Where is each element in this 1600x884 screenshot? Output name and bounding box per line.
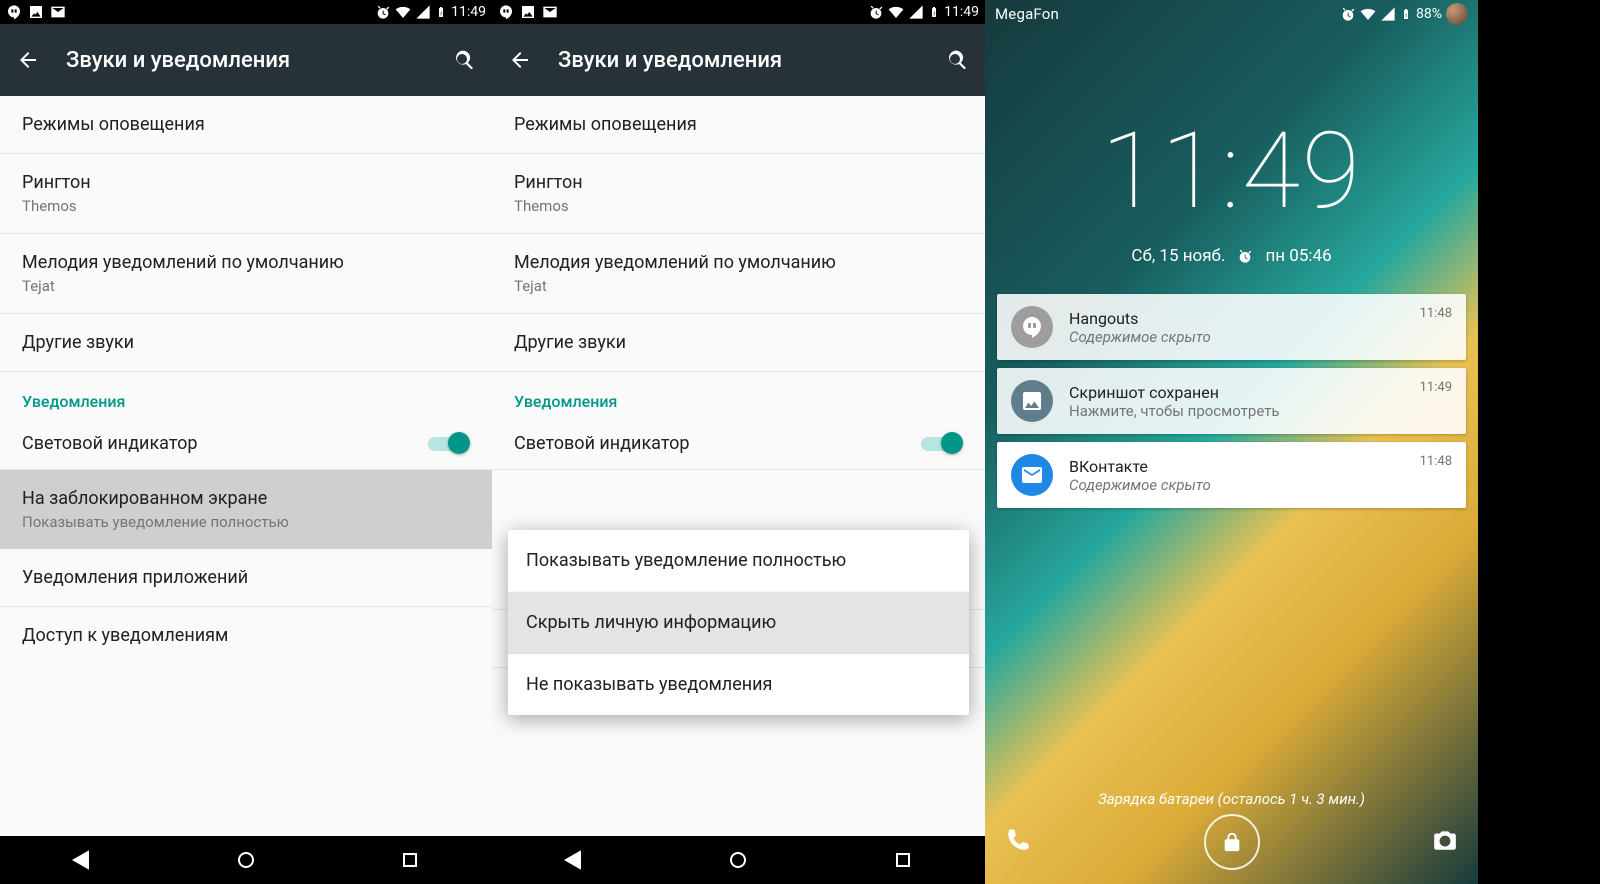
image-icon [1011, 380, 1053, 422]
action-bar: Звуки и уведомления [492, 24, 985, 96]
wifi-icon [1360, 6, 1376, 22]
phone-settings-1: 11:49 Звуки и уведомления Режимы оповеще… [0, 0, 492, 884]
wifi-icon [888, 4, 904, 20]
nav-home-icon[interactable] [234, 848, 258, 872]
notification-time: 11:48 [1420, 306, 1452, 321]
nav-recent-icon[interactable] [891, 848, 915, 872]
nav-home-icon[interactable] [726, 848, 750, 872]
wifi-icon [395, 4, 411, 20]
lock-date: Сб, 15 нояб. [1131, 246, 1225, 266]
row-alert-modes[interactable]: Режимы оповещения [492, 96, 985, 154]
notification-text: Нажмите, чтобы просмотреть [1069, 402, 1404, 420]
search-icon[interactable] [945, 48, 969, 72]
battery-icon [435, 4, 447, 20]
mail-icon [1011, 454, 1053, 496]
status-bar: 11:49 [492, 0, 985, 24]
battery-icon [928, 4, 940, 20]
hangouts-icon [498, 4, 514, 20]
notification-title: Hangouts [1069, 309, 1404, 328]
notification-text: Содержимое скрыто [1069, 328, 1404, 346]
settings-list: Режимы оповещения Рингтон Themos Мелодия… [0, 96, 492, 836]
back-icon[interactable] [508, 48, 532, 72]
status-time: 11:49 [944, 4, 979, 20]
cell-icon [415, 4, 431, 20]
back-icon[interactable] [16, 48, 40, 72]
nav-bar [492, 836, 985, 884]
notification-title: Скриншот сохранен [1069, 383, 1404, 402]
section-notifications: Уведомления [492, 372, 985, 417]
cell-icon [1380, 6, 1396, 22]
switch-led[interactable] [921, 431, 963, 455]
clock-block: 11:49 Сб, 15 нояб. пн 05:46 [985, 118, 1478, 266]
lock-action-row [985, 814, 1478, 870]
action-bar-title: Звуки и уведомления [558, 48, 945, 73]
settings-list: Режимы оповещения Рингтон Themos Мелодия… [492, 96, 985, 836]
phone-lockscreen: MegaFon 88% 11:49 Сб, 15 нояб. пн 05:46 … [985, 0, 1478, 884]
picture-icon [520, 4, 536, 20]
lock-alarm: пн 05:46 [1265, 246, 1331, 266]
charging-status: Зарядка батареи (осталось 1 ч. 3 мин.) [985, 790, 1478, 808]
phone-settings-2: 11:49 Звуки и уведомления Режимы оповеще… [492, 0, 985, 884]
unlock-button[interactable] [1204, 814, 1260, 870]
row-other-sounds[interactable]: Другие звуки [0, 314, 492, 372]
lock-clock: 11:49 [985, 118, 1478, 224]
nav-back-icon[interactable] [70, 848, 94, 872]
camera-icon[interactable] [1432, 827, 1458, 857]
row-notification-access[interactable]: Доступ к уведомлениям [0, 607, 492, 664]
row-notification-sound[interactable]: Мелодия уведомлений по умолчанию Tejat [492, 234, 985, 314]
status-time: 11:49 [451, 4, 486, 20]
row-led-indicator[interactable]: Световой индикатор [0, 417, 492, 470]
notification-time: 11:49 [1420, 380, 1452, 395]
picture-icon [28, 4, 44, 20]
nav-recent-icon[interactable] [398, 848, 422, 872]
cell-icon [908, 4, 924, 20]
envelope-icon [542, 4, 558, 20]
row-ringtone[interactable]: Рингтон Themos [0, 154, 492, 234]
carrier-label: MegaFon [995, 5, 1059, 23]
row-notification-sound[interactable]: Мелодия уведомлений по умолчанию Tejat [0, 234, 492, 314]
notification-card[interactable]: Скриншот сохранен Нажмите, чтобы просмот… [997, 368, 1466, 434]
popup-option-show-full[interactable]: Показывать уведомление полностью [508, 530, 969, 592]
battery-icon [1400, 6, 1412, 22]
row-led-indicator[interactable]: Световой индикатор [492, 417, 985, 470]
row-alert-modes[interactable]: Режимы оповещения [0, 96, 492, 154]
alarm-icon [1340, 6, 1356, 22]
notification-title: ВКонтакте [1069, 457, 1404, 476]
status-bar: MegaFon 88% [985, 0, 1478, 28]
notification-text: Содержимое скрыто [1069, 476, 1404, 494]
notification-time: 11:48 [1420, 454, 1452, 469]
avatar[interactable] [1446, 3, 1468, 25]
notification-card[interactable]: ВКонтакте Содержимое скрыто 11:48 [997, 442, 1466, 508]
nav-bar [0, 836, 492, 884]
row-ringtone[interactable]: Рингтон Themos [492, 154, 985, 234]
action-bar-title: Звуки и уведомления [66, 48, 452, 73]
row-on-lock-screen[interactable]: На заблокированном экране Показывать уве… [0, 470, 492, 549]
section-notifications: Уведомления [0, 372, 492, 417]
hangouts-icon [1011, 306, 1053, 348]
notification-stack: Hangouts Содержимое скрыто 11:48 Скриншо… [997, 294, 1466, 508]
nav-back-icon[interactable] [562, 848, 586, 872]
search-icon[interactable] [452, 48, 476, 72]
status-bar: 11:49 [0, 0, 492, 24]
alarm-icon [868, 4, 884, 20]
alarm-icon [375, 4, 391, 20]
battery-percent: 88% [1416, 6, 1442, 22]
lock-screen-popup: Показывать уведомление полностью Скрыть … [508, 530, 969, 715]
notification-card[interactable]: Hangouts Содержимое скрыто 11:48 [997, 294, 1466, 360]
action-bar: Звуки и уведомления [0, 24, 492, 96]
popup-option-hide-sensitive[interactable]: Скрыть личную информацию [508, 592, 969, 654]
switch-led[interactable] [428, 431, 470, 455]
phone-icon[interactable] [1005, 827, 1031, 857]
row-other-sounds[interactable]: Другие звуки [492, 314, 985, 372]
row-app-notifications[interactable]: Уведомления приложений [0, 549, 492, 607]
popup-option-dont-show[interactable]: Не показывать уведомления [508, 654, 969, 715]
hangouts-icon [6, 4, 22, 20]
alarm-icon [1237, 248, 1253, 264]
envelope-icon [50, 4, 66, 20]
